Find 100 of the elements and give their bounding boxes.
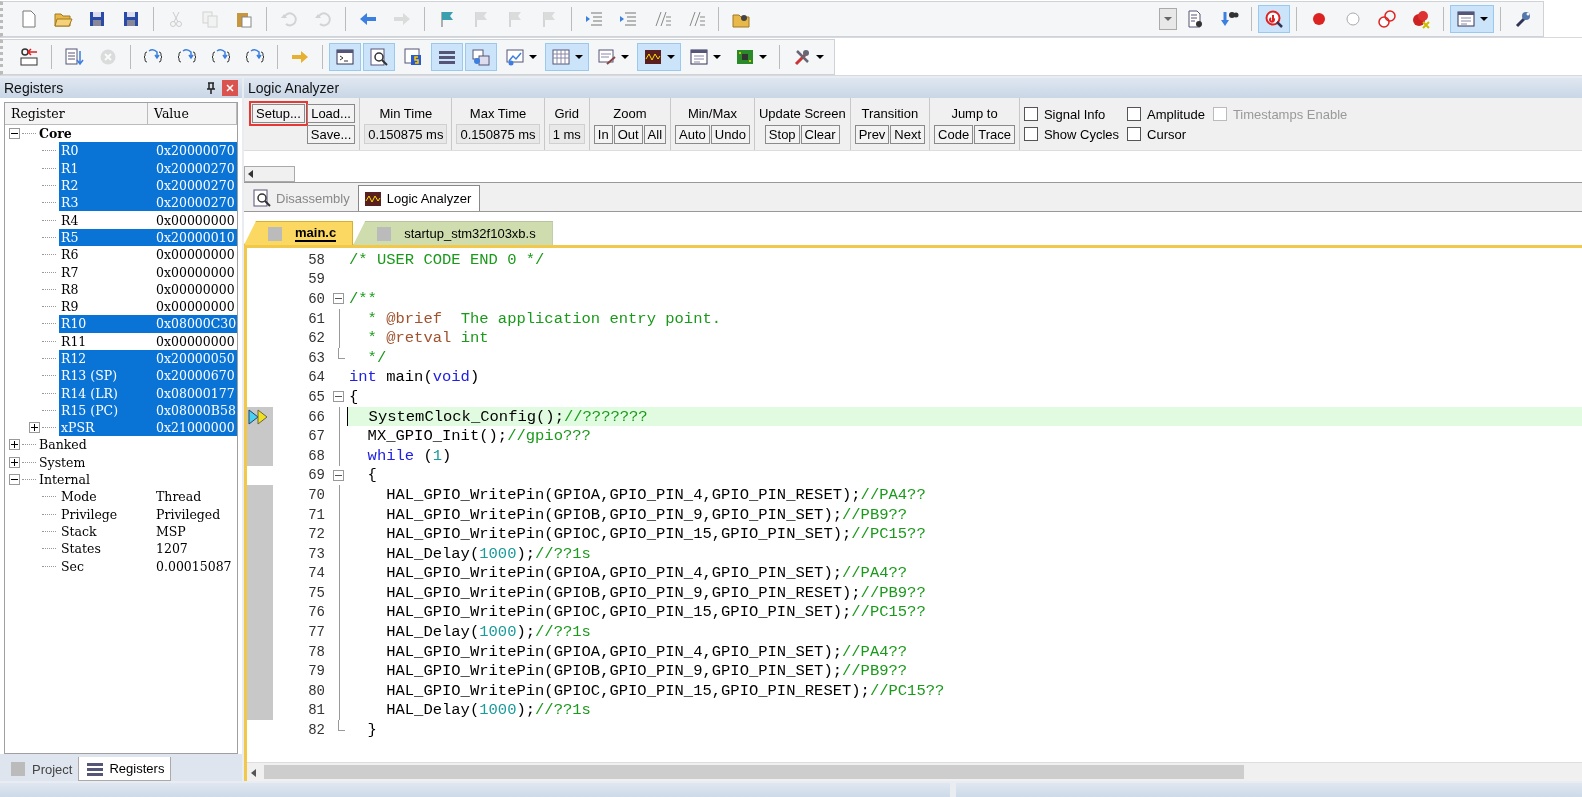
code-line: HAL_GPIO_WritePin(GPIOC,GPIO_PIN_15,GPIO_PIN_SET);//PC15??	[385, 524, 927, 544]
tree-group[interactable]: System	[39, 454, 86, 470]
register-name: R6	[60, 247, 80, 263]
analyzer-button[interactable]: Setup...	[252, 104, 305, 123]
group-label: Jump to	[951, 105, 998, 123]
analyzer-button[interactable]: Code	[934, 124, 974, 144]
scroll-left-button[interactable]	[244, 166, 295, 182]
register-value: 0x20000670	[156, 368, 236, 384]
checkbox[interactable]	[1127, 107, 1142, 121]
register-row[interactable]: xPSR 0x21000000	[59, 419, 237, 437]
register-value: 0x20000010	[156, 229, 236, 245]
tree-group[interactable]: Banked	[39, 437, 87, 453]
analyzer-button[interactable]: Save...	[306, 125, 356, 144]
code-line: HAL_GPIO_WritePin(GPIOC,GPIO_PIN_15,GPIO_PIN_SET);//PC15??	[385, 602, 927, 623]
register-name: Stack	[60, 523, 98, 539]
analyzer-button[interactable]: Auto	[675, 124, 710, 144]
file-tab[interactable]: main.c	[244, 221, 354, 245]
register-row[interactable]: R10 0x08000C30	[59, 315, 237, 333]
register-row[interactable]: R11 0x00000000	[59, 332, 237, 350]
register-row[interactable]: R13 (SP) 0x20000670	[59, 367, 237, 385]
register-row[interactable]: Sec 0.00015087	[59, 557, 237, 575]
register-row[interactable]: R14 (LR) 0x08000177	[59, 384, 237, 402]
toolbar-button[interactable]	[329, 42, 361, 71]
expand-icon[interactable]	[29, 422, 40, 434]
line-number: 73	[307, 545, 326, 562]
register-row[interactable]: R9 0x00000000	[59, 297, 237, 316]
copy-icon	[200, 8, 220, 29]
line-number: 77	[307, 624, 326, 641]
analyzer-button[interactable]: All	[643, 124, 667, 144]
code-line: HAL_GPIO_WritePin(GPIOA,GPIO_PIN_4,GPIO_PIN_RESET);//PA4??	[385, 485, 927, 505]
code-line: * @retval int	[366, 328, 490, 348]
view-tab[interactable]: Logic Analyzer	[357, 185, 481, 211]
register-name: R3	[60, 195, 80, 211]
analyzer-button[interactable]: Undo	[710, 124, 750, 144]
collapse-icon[interactable]	[332, 469, 344, 481]
checkbox[interactable]	[1023, 127, 1038, 141]
analyzer-button[interactable]: Out	[613, 124, 643, 144]
toolbar-button[interactable]	[363, 42, 395, 71]
register-row[interactable]: States 1207	[59, 540, 237, 558]
register-row[interactable]: Stack MSP	[59, 522, 237, 541]
collapse-icon[interactable]	[9, 128, 20, 140]
collapse-icon[interactable]	[9, 474, 20, 486]
tree-group[interactable]: Core	[39, 126, 72, 142]
panel-tab[interactable]: Project	[2, 757, 79, 781]
column-header[interactable]: Register	[5, 103, 148, 124]
serial-icon	[597, 46, 617, 67]
memory-icon	[551, 46, 571, 67]
collapse-icon[interactable]	[332, 293, 344, 305]
register-value: 0.00015087	[156, 558, 233, 574]
scrollbar-thumb[interactable]	[264, 765, 1244, 779]
time-field[interactable]: 1 ms	[548, 124, 585, 144]
collapse-icon[interactable]	[332, 391, 344, 403]
register-row[interactable]: R7 0x00000000	[59, 263, 237, 281]
time-field[interactable]: 0.150875 ms	[364, 124, 448, 144]
analyzer-button[interactable]: In	[593, 124, 613, 144]
column-header[interactable]: Value	[148, 103, 237, 124]
checkbox[interactable]	[1127, 127, 1142, 141]
analyzer-button[interactable]: Trace	[974, 124, 1015, 144]
register-row[interactable]: R4 0x00000000	[59, 211, 237, 229]
line-number: 59	[307, 271, 326, 288]
scroll-left-icon	[248, 170, 253, 178]
panel-title: Logic Analyzer	[248, 80, 340, 96]
call-stack-icon	[471, 46, 491, 67]
register-row[interactable]: R12 0x20000050	[59, 349, 237, 368]
time-field[interactable]: 0.150875 ms	[456, 124, 540, 144]
analyzer-button[interactable]: Prev	[854, 124, 890, 144]
line-number: 76	[307, 604, 326, 621]
file-tab[interactable]: startup_stm32f103xb.s	[353, 221, 553, 245]
toolbar-button[interactable]	[1450, 4, 1494, 33]
expand-icon[interactable]	[9, 439, 20, 451]
register-row[interactable]: Mode Thread	[59, 488, 237, 506]
register-row[interactable]: Privilege Privileged	[59, 505, 237, 523]
close-icon[interactable]	[222, 80, 238, 96]
register-row[interactable]: R3 0x20000270	[59, 194, 237, 212]
register-name: R14 (LR)	[60, 385, 119, 401]
register-row[interactable]: R5 0x20000010	[59, 228, 237, 247]
panel-tab[interactable]: Registers	[78, 757, 172, 781]
code-line: HAL_GPIO_WritePin(GPIOA,GPIO_PIN_4,GPIO_PIN_SET);//PA4??	[385, 641, 909, 662]
analyzer-button[interactable]: Next	[890, 124, 926, 144]
line-number: 78	[307, 643, 326, 660]
disassembly-icon	[252, 188, 272, 208]
register-row[interactable]: R6 0x00000000	[59, 246, 237, 264]
dropdown-field[interactable]	[1159, 7, 1177, 30]
register-row[interactable]: R0 0x20000070	[59, 142, 237, 160]
analyzer-button[interactable]: Clear	[800, 124, 840, 144]
pin-icon[interactable]	[206, 82, 216, 94]
scroll-left-icon	[251, 768, 256, 777]
register-value: 0x00000000	[156, 212, 236, 228]
code-line: {	[366, 465, 378, 486]
analyzer-button[interactable]: Stop	[764, 124, 800, 144]
register-row[interactable]: R8 0x00000000	[59, 280, 237, 298]
line-number: 71	[307, 506, 326, 523]
toolbar-button[interactable]	[637, 42, 681, 71]
expand-icon[interactable]	[9, 456, 20, 468]
toolbar-button[interactable]	[431, 42, 463, 71]
code-line: while (1)	[366, 445, 453, 466]
register-name: States	[60, 541, 102, 557]
checkbox[interactable]	[1023, 107, 1038, 121]
tree-group[interactable]: Internal	[39, 472, 90, 488]
analyzer-button[interactable]: Load...	[306, 104, 356, 123]
